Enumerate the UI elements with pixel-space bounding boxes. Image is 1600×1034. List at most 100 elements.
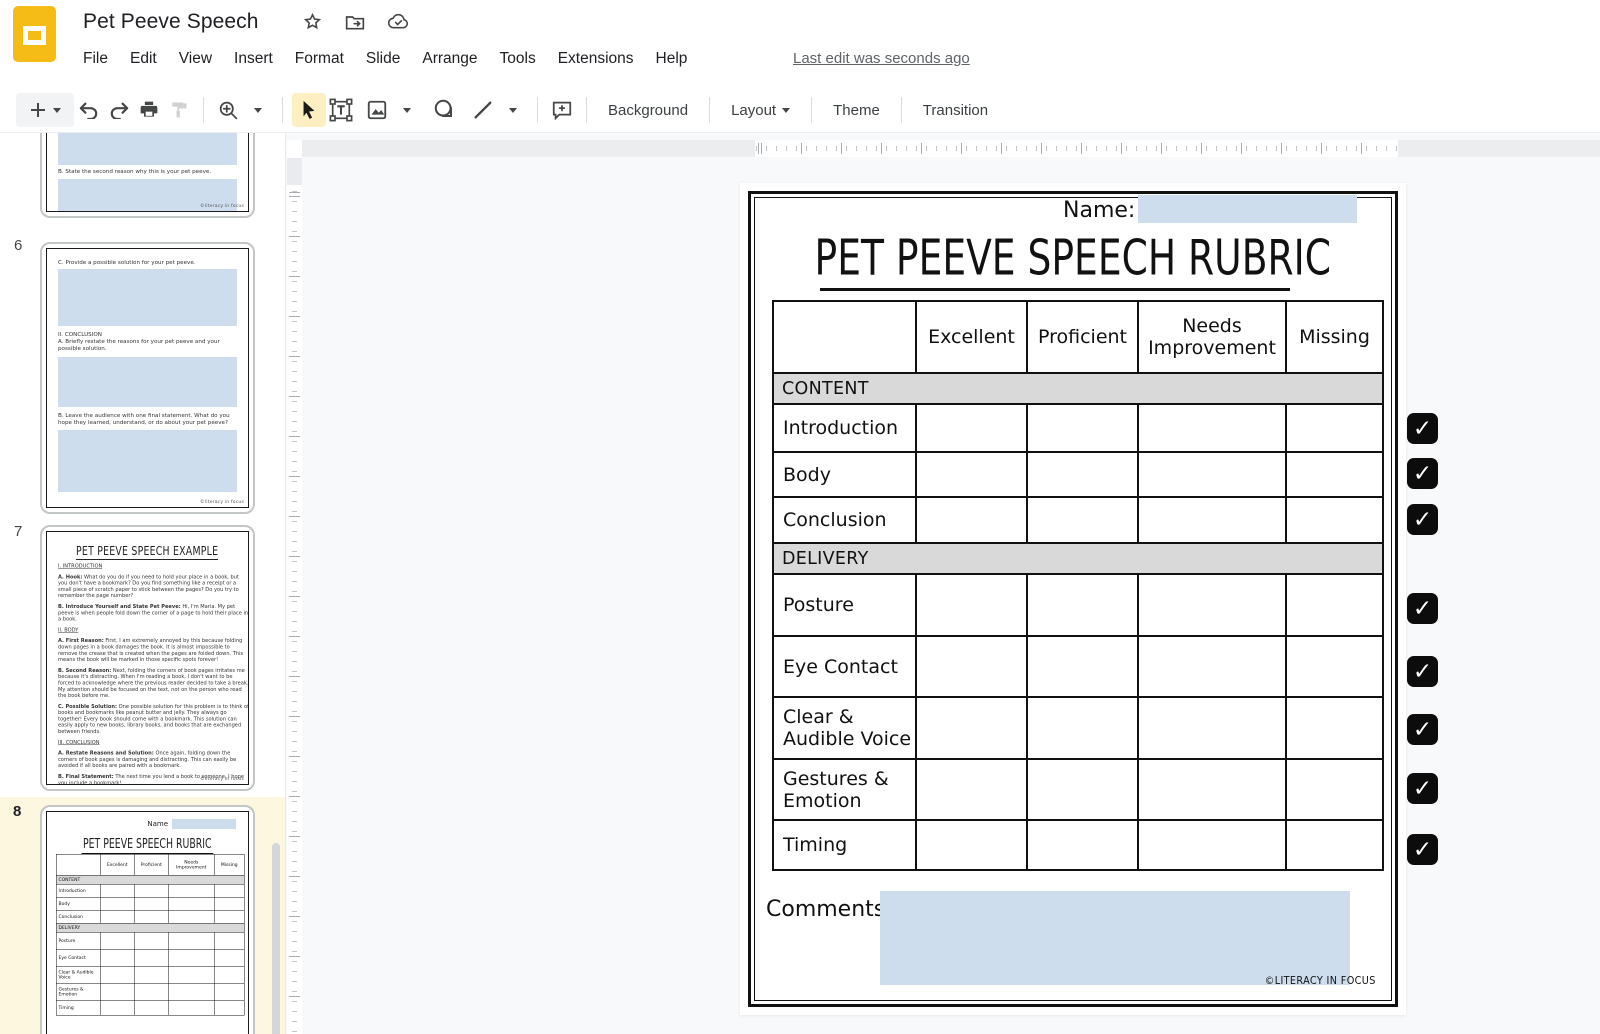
rubric-empty-cell[interactable] <box>100 983 134 1000</box>
rubric-empty-cell[interactable] <box>134 983 168 1000</box>
last-edit-status[interactable]: Last edit was seconds ago <box>793 50 970 67</box>
rubric-empty-cell[interactable] <box>134 1000 168 1015</box>
rubric-empty-cell[interactable] <box>916 636 1027 697</box>
menu-item-extensions[interactable]: Extensions <box>547 47 645 71</box>
paint-format-button[interactable] <box>164 93 194 127</box>
menu-item-help[interactable]: Help <box>645 47 699 71</box>
rubric-empty-cell[interactable] <box>1138 820 1286 870</box>
cloud-status-icon[interactable] <box>388 14 409 30</box>
rubric-empty-cell[interactable] <box>1286 497 1383 543</box>
checkmark-icon[interactable]: ✓ <box>1407 834 1438 865</box>
rubric-empty-cell[interactable] <box>1138 574 1286 636</box>
checkmark-icon[interactable]: ✓ <box>1407 593 1438 624</box>
rubric-empty-cell[interactable] <box>168 897 214 910</box>
rubric-empty-cell[interactable] <box>100 932 134 949</box>
rubric-empty-cell[interactable] <box>1286 452 1383 497</box>
rubric-empty-cell[interactable] <box>214 1000 244 1015</box>
rubric-empty-cell[interactable] <box>1138 452 1286 497</box>
checkmark-icon[interactable]: ✓ <box>1407 458 1438 489</box>
menu-item-file[interactable]: File <box>72 47 119 71</box>
rubric-empty-cell[interactable] <box>1138 404 1286 452</box>
rubric-empty-cell[interactable] <box>168 966 214 983</box>
slide-7-thumbnail[interactable]: PET PEEVE SPEECH EXAMPLE I. INTRODUCTION… <box>40 525 255 791</box>
name-fill-box[interactable] <box>1138 195 1357 223</box>
rubric-empty-cell[interactable] <box>1286 404 1383 452</box>
checkmark-icon[interactable]: ✓ <box>1407 413 1438 444</box>
rubric-empty-cell[interactable] <box>100 949 134 966</box>
menu-item-format[interactable]: Format <box>284 47 355 71</box>
menu-item-insert[interactable]: Insert <box>223 47 284 71</box>
rubric-empty-cell[interactable] <box>1027 636 1138 697</box>
rubric-empty-cell[interactable] <box>916 404 1027 452</box>
rubric-empty-cell[interactable] <box>100 897 134 910</box>
checkmark-icon[interactable]: ✓ <box>1407 773 1438 804</box>
shape-tool-button[interactable] <box>430 93 460 127</box>
rubric-empty-cell[interactable] <box>916 697 1027 759</box>
rubric-empty-cell[interactable] <box>214 932 244 949</box>
comments-fill-box[interactable] <box>880 891 1350 985</box>
rubric-empty-cell[interactable] <box>1286 697 1383 759</box>
transition-button[interactable]: Transition <box>911 93 1000 127</box>
theme-button[interactable]: Theme <box>821 93 892 127</box>
rubric-empty-cell[interactable] <box>1027 759 1138 820</box>
layout-button[interactable]: Layout <box>719 93 802 127</box>
slide-5-thumbnail[interactable]: B. State the second reason why this is y… <box>40 133 255 218</box>
rubric-empty-cell[interactable] <box>1027 497 1138 543</box>
rubric-empty-cell[interactable] <box>916 452 1027 497</box>
line-tool-button[interactable] <box>468 93 498 127</box>
menu-item-view[interactable]: View <box>168 47 223 71</box>
menu-item-tools[interactable]: Tools <box>489 47 547 71</box>
rubric-empty-cell[interactable] <box>1138 497 1286 543</box>
background-button[interactable]: Background <box>596 93 700 127</box>
google-slides-logo[interactable] <box>13 6 56 62</box>
menu-item-arrange[interactable]: Arrange <box>411 47 488 71</box>
rubric-empty-cell[interactable] <box>214 910 244 923</box>
rubric-empty-cell[interactable] <box>1027 574 1138 636</box>
zoom-caret-icon[interactable] <box>243 93 273 127</box>
rubric-empty-cell[interactable] <box>1138 697 1286 759</box>
move-folder-icon[interactable] <box>345 13 365 31</box>
rubric-empty-cell[interactable] <box>100 1000 134 1015</box>
rubric-empty-cell[interactable] <box>1286 574 1383 636</box>
redo-button[interactable] <box>104 93 134 127</box>
rubric-table[interactable]: ExcellentProficientNeeds ImprovementMiss… <box>772 300 1384 871</box>
undo-button[interactable] <box>74 93 104 127</box>
slide-6-thumbnail[interactable]: C. Provide a possible solution for your … <box>40 242 255 514</box>
rubric-empty-cell[interactable] <box>214 966 244 983</box>
rubric-empty-cell[interactable] <box>214 949 244 966</box>
rubric-empty-cell[interactable] <box>1286 636 1383 697</box>
rubric-empty-cell[interactable] <box>214 983 244 1000</box>
rubric-empty-cell[interactable] <box>1138 636 1286 697</box>
rubric-empty-cell[interactable] <box>134 897 168 910</box>
rubric-empty-cell[interactable] <box>168 932 214 949</box>
rubric-empty-cell[interactable] <box>214 897 244 910</box>
rubric-empty-cell[interactable] <box>1286 820 1383 870</box>
rubric-empty-cell[interactable] <box>100 884 134 897</box>
rubric-empty-cell[interactable] <box>1027 404 1138 452</box>
insert-image-button[interactable] <box>362 93 392 127</box>
new-slide-button[interactable] <box>16 93 74 127</box>
slide-page[interactable]: Name: PET PEEVE SPEECH RUBRIC ExcellentP… <box>740 183 1406 1015</box>
text-box-tool-button[interactable] <box>326 93 356 127</box>
new-slide-caret-icon[interactable] <box>53 108 61 113</box>
rubric-empty-cell[interactable] <box>134 884 168 897</box>
rubric-empty-cell[interactable] <box>916 759 1027 820</box>
line-caret-icon[interactable] <box>498 93 528 127</box>
rubric-empty-cell[interactable] <box>134 932 168 949</box>
rubric-empty-cell[interactable] <box>100 966 134 983</box>
rubric-empty-cell[interactable] <box>168 949 214 966</box>
document-title[interactable]: Pet Peeve Speech <box>83 10 259 34</box>
checkmark-icon[interactable]: ✓ <box>1407 714 1438 745</box>
rubric-empty-cell[interactable] <box>168 1000 214 1015</box>
rubric-empty-cell[interactable] <box>1138 759 1286 820</box>
select-tool-button[interactable] <box>292 93 326 127</box>
rubric-empty-cell[interactable] <box>1027 452 1138 497</box>
rubric-empty-cell[interactable] <box>1027 697 1138 759</box>
zoom-button[interactable] <box>213 93 243 127</box>
rubric-empty-cell[interactable] <box>916 574 1027 636</box>
checkmark-icon[interactable]: ✓ <box>1407 504 1438 535</box>
rubric-empty-cell[interactable] <box>916 820 1027 870</box>
insert-comment-button[interactable] <box>547 93 577 127</box>
rubric-empty-cell[interactable] <box>168 983 214 1000</box>
checkmark-icon[interactable]: ✓ <box>1407 656 1438 687</box>
